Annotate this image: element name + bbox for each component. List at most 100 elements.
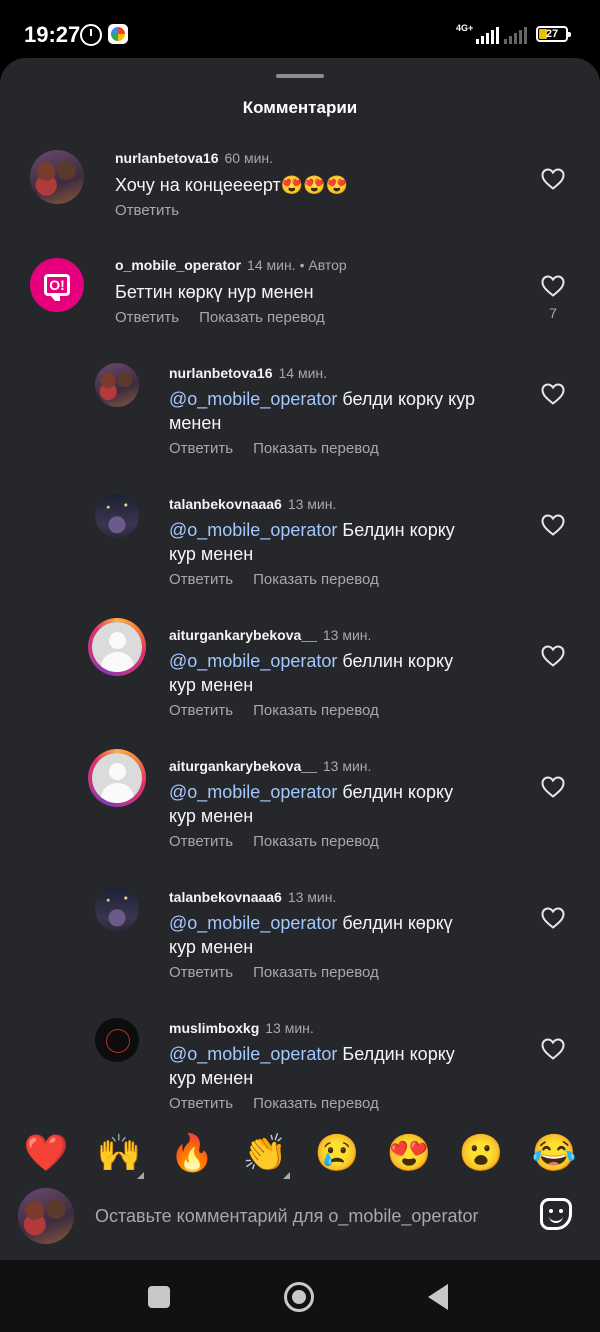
default-avatar-icon	[92, 622, 142, 672]
comment-text-line1: беллин корку	[337, 651, 454, 671]
reply-button[interactable]: Ответить	[115, 202, 179, 219]
heart-icon[interactable]	[541, 168, 565, 190]
comment-actions: Ответить Показать перевод	[169, 1095, 399, 1112]
reply-comment: aiturgankarybekova__ 13 мин. @o_mobile_op…	[0, 618, 600, 735]
mention-link[interactable]: @o_mobile_operator	[169, 651, 337, 671]
mention-link[interactable]: @o_mobile_operator	[169, 520, 337, 540]
emoji-laughing[interactable]: 😂	[531, 1130, 577, 1176]
like-count[interactable]: 7	[541, 305, 565, 321]
translate-button[interactable]: Показать перевод	[199, 309, 325, 326]
comment-actions: Ответить Показать перевод	[169, 833, 399, 850]
username[interactable]: aiturgankarybekova__	[169, 758, 317, 774]
avatar[interactable]	[95, 494, 139, 538]
comment-text-line2: менен	[169, 413, 222, 433]
heart-icon[interactable]	[541, 645, 565, 667]
translate-button[interactable]: Показать перевод	[253, 1095, 379, 1112]
comment-text: @o_mobile_operator беллин корку кур менен	[169, 649, 524, 697]
translate-button[interactable]: Показать перевод	[253, 702, 379, 719]
username[interactable]: muslimboxkg	[169, 1020, 259, 1036]
comment-text-line2: кур менен	[169, 806, 254, 826]
heart-icon[interactable]	[541, 776, 565, 798]
reply-comment: talanbekovnaaa6 13 мин. @o_mobile_operato…	[0, 887, 600, 997]
alarm-icon	[80, 24, 102, 46]
translate-button[interactable]: Показать перевод	[253, 964, 379, 981]
comment-text: Беттин көркү нур менен	[115, 282, 314, 302]
timestamp: 13 мин.	[287, 496, 337, 512]
avatar[interactable]	[95, 363, 139, 407]
reply-comment: nurlanbetova16 14 мин. @o_mobile_operator…	[0, 363, 600, 473]
status-time: 19:27	[24, 22, 81, 47]
emoji-heart-eyes[interactable]: 😍	[386, 1130, 432, 1176]
username[interactable]: talanbekovnaaa6	[169, 496, 282, 512]
username[interactable]: aiturgankarybekova__	[169, 627, 317, 643]
translate-button[interactable]: Показать перевод	[253, 571, 379, 588]
comment-actions: Ответить Показать перевод	[169, 571, 399, 588]
comment-text-line2: кур менен	[169, 937, 254, 957]
comment-text-line1: Белдин корку	[337, 1044, 455, 1064]
signal-2-icon	[504, 26, 527, 44]
avatar[interactable]	[95, 1018, 139, 1062]
comment-actions: Ответить Показать перевод	[169, 964, 399, 981]
default-avatar-icon	[92, 753, 142, 803]
comment-text: @o_mobile_operator белдин көркү кур менен	[169, 911, 524, 959]
comment-text-line1: белдин корку	[337, 782, 454, 802]
timestamp: 13 мин.	[287, 889, 337, 905]
comment-input-bar: Оставьте комментарий для o_mobile_operat…	[0, 1186, 600, 1246]
heart-icon[interactable]	[541, 1038, 565, 1060]
timestamp: 14 мин.	[247, 257, 296, 273]
battery-level: 27	[545, 28, 559, 40]
reply-button[interactable]: Ответить	[169, 964, 233, 981]
sticker-icon[interactable]	[540, 1198, 572, 1230]
drag-handle[interactable]	[276, 74, 324, 78]
username[interactable]: nurlanbetova16	[115, 150, 218, 166]
comment-input[interactable]: Оставьте комментарий для o_mobile_operat…	[95, 1206, 478, 1227]
mention-link[interactable]: @o_mobile_operator	[169, 389, 337, 409]
comment-meta: nurlanbetova16 60 мин.	[115, 150, 273, 166]
reply-button[interactable]: Ответить	[115, 309, 179, 326]
avatar[interactable]: O!	[30, 258, 84, 312]
username[interactable]: nurlanbetova16	[169, 365, 272, 381]
reply-button[interactable]: Ответить	[169, 702, 233, 719]
emoji-clapping[interactable]: 👏	[242, 1130, 288, 1176]
avatar[interactable]	[95, 887, 139, 931]
heart-icon[interactable]	[541, 383, 565, 405]
heart-icon[interactable]	[541, 514, 565, 536]
emoji-crying[interactable]: 😢	[314, 1130, 360, 1176]
mention-link[interactable]: @o_mobile_operator	[169, 782, 337, 802]
comment-meta: aiturgankarybekova__ 13 мин.	[169, 758, 371, 774]
comment-meta: aiturgankarybekova__ 13 мин.	[169, 627, 371, 643]
recents-square-icon[interactable]	[148, 1286, 170, 1308]
reply-button[interactable]: Ответить	[169, 1095, 233, 1112]
comment-actions: Ответить Показать перевод	[169, 440, 399, 457]
back-triangle-icon[interactable]	[428, 1284, 448, 1310]
timestamp: 13 мин.	[265, 1020, 314, 1036]
comment-text-line2: кур менен	[169, 1068, 254, 1088]
avatar-story-ring[interactable]	[88, 618, 146, 676]
timestamp: 14 мин.	[278, 365, 328, 381]
emoji-surprised[interactable]: 😮	[458, 1130, 504, 1176]
home-circle-icon[interactable]	[284, 1282, 314, 1312]
avatar[interactable]	[30, 150, 84, 204]
username[interactable]: talanbekovnaaa6	[169, 889, 282, 905]
comment-actions: Ответить Показать перевод	[115, 309, 345, 326]
emoji-raised-hands[interactable]: 🙌	[96, 1130, 142, 1176]
emoji-fire[interactable]: 🔥	[169, 1130, 215, 1176]
avatar-story-ring[interactable]	[88, 749, 146, 807]
comment: O! o_mobile_operator 14 мин. • Автор Бетти…	[0, 255, 600, 345]
heart-icon[interactable]	[541, 275, 565, 297]
timestamp: 13 мин.	[322, 758, 372, 774]
mention-link[interactable]: @o_mobile_operator	[169, 1044, 337, 1064]
heart-icon[interactable]	[541, 907, 565, 929]
comment-text-line2: кур менен	[169, 544, 254, 564]
translate-button[interactable]: Показать перевод	[253, 440, 379, 457]
emoji-heart[interactable]: ❤️	[23, 1130, 69, 1176]
comment-meta: o_mobile_operator 14 мин. • Автор	[115, 257, 347, 273]
username[interactable]: o_mobile_operator	[115, 257, 241, 273]
photos-app-icon	[108, 24, 128, 44]
reply-button[interactable]: Ответить	[169, 571, 233, 588]
translate-button[interactable]: Показать перевод	[253, 833, 379, 850]
mention-link[interactable]: @o_mobile_operator	[169, 913, 337, 933]
reply-button[interactable]: Ответить	[169, 833, 233, 850]
reply-button[interactable]: Ответить	[169, 440, 233, 457]
comments-sheet: Комментарии nurlanbetova16 60 мин. Хочу н…	[0, 58, 600, 1260]
